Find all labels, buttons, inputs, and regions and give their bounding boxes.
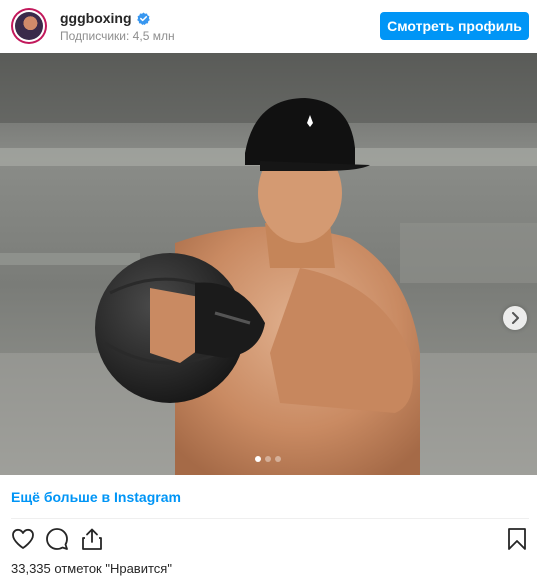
save-button[interactable] [503, 525, 531, 553]
user-info: gggboxing Подписчики: 4,5 млн [60, 10, 175, 43]
action-bar [0, 525, 537, 557]
carousel-dot [255, 456, 261, 462]
next-photo-button[interactable] [503, 306, 527, 330]
carousel-dot [265, 456, 271, 462]
username[interactable]: gggboxing [60, 10, 132, 26]
post-photo[interactable] [0, 53, 537, 475]
likes-count[interactable]: 33,335 отметок "Нравится" [11, 561, 172, 576]
verified-badge-icon [136, 12, 150, 25]
post-header: gggboxing Подписчики: 4,5 млн Смотреть п… [0, 0, 537, 53]
avatar-ring [13, 10, 45, 42]
comment-button[interactable] [43, 525, 71, 553]
share-icon [82, 528, 102, 550]
view-more-link[interactable]: Ещё больше в Instagram [11, 489, 181, 505]
followers-count: Подписчики: 4,5 млн [60, 29, 175, 43]
carousel-indicator [255, 456, 281, 462]
view-profile-button[interactable]: Смотреть профиль [380, 12, 529, 40]
avatar[interactable] [11, 8, 47, 44]
carousel-dot [275, 456, 281, 462]
like-button[interactable] [9, 525, 37, 553]
bookmark-icon [508, 528, 526, 550]
comment-icon [46, 528, 68, 550]
heart-icon [12, 528, 34, 549]
divider [11, 518, 529, 519]
username-row: gggboxing [60, 10, 175, 26]
share-button[interactable] [78, 525, 106, 553]
avatar-image [15, 12, 43, 40]
chevron-right-icon [512, 312, 519, 324]
